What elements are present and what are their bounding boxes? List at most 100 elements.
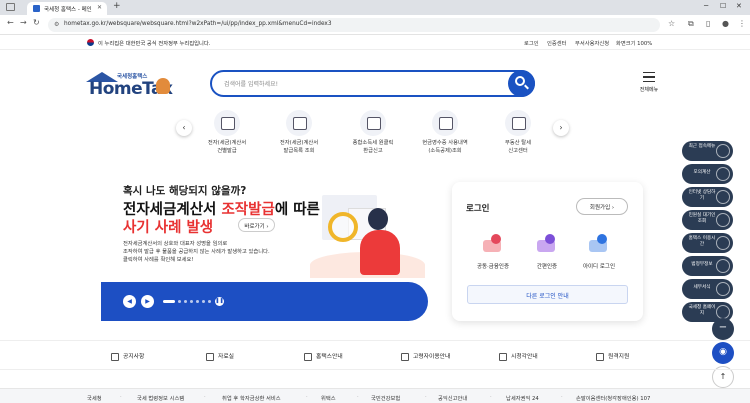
sidebar-mock-calc[interactable]: 모의계산 — [682, 164, 733, 184]
footer-link[interactable]: 국세청 — [87, 394, 102, 402]
bookmark-star-icon[interactable]: ☆ — [668, 19, 675, 28]
util-link-dept-user[interactable]: 부서사용자신청 — [575, 39, 609, 47]
footer-link[interactable]: 취업 후 학자금상환 서비스 — [222, 394, 281, 402]
footer-link[interactable]: 국민건강보험 — [371, 394, 400, 402]
login-option-certificate[interactable]: 공동·금융인증 — [465, 232, 521, 270]
maximize-icon[interactable]: ☐ — [720, 2, 726, 10]
footer-link[interactable]: 손말이음센터(청각장애인용) 107 — [576, 394, 650, 402]
other-login-button[interactable]: 다른 로그인 안내 — [467, 285, 628, 304]
quick-menu-item[interactable]: 전자(세금)계산서 건별발급 — [190, 110, 264, 155]
invoice-icon — [214, 110, 240, 136]
simple-auth-icon — [535, 232, 559, 256]
bottom-link-remote[interactable]: 원격지원 — [596, 351, 629, 361]
util-link-zoom[interactable]: 화면크기 100% — [616, 39, 652, 47]
sidebar-tax-forms[interactable]: 세무서식 — [682, 279, 733, 299]
time-icon — [716, 236, 730, 250]
footer-link[interactable]: 납세자권익 24 — [506, 394, 539, 402]
full-menu-label: 전체메뉴 — [639, 87, 659, 93]
bottom-link-senior[interactable]: 고령자이용안내 — [401, 351, 450, 361]
join-button[interactable]: 회원가입 › — [576, 198, 628, 215]
bottom-link-bar: 공지사항 자료실 홈택스안내 고령자이용안내 시청각안내 원격지원 — [0, 340, 750, 370]
util-link-cert-center[interactable]: 인증센터 — [547, 39, 567, 47]
browser-tab-bar: 국세청 홈택스 - 메인 ✕ + ─ ☐ ✕ — [0, 0, 750, 15]
back-icon[interactable]: ← — [7, 18, 14, 27]
quick-menu-next-button[interactable]: › — [553, 120, 569, 136]
hero-page-dot[interactable] — [178, 300, 181, 303]
hero-next-button[interactable]: ▶ — [141, 295, 154, 308]
certificate-icon — [481, 232, 505, 256]
minimize-icon[interactable]: ─ — [704, 2, 708, 10]
address-bar: ← → ↻ ⚙ hometax.go.kr/websquare/websquar… — [0, 15, 750, 35]
hero-page-dot[interactable] — [196, 300, 199, 303]
refund-icon — [360, 110, 386, 136]
info-icon — [716, 259, 730, 273]
full-menu-button[interactable]: 전체메뉴 — [639, 72, 659, 93]
sign-language-icon — [499, 352, 507, 361]
hero-page-dot[interactable] — [163, 300, 175, 303]
hero-prev-button[interactable]: ◀ — [123, 295, 136, 308]
tab-search-icon[interactable] — [6, 3, 15, 11]
collapse-sidebar-button[interactable]: − — [712, 318, 734, 340]
sidebar-usage-hours[interactable]: 홈택스 이용시간 — [682, 233, 733, 253]
magnifier-icon — [328, 212, 358, 242]
footer-link[interactable]: 공익신고안내 — [438, 394, 467, 402]
mascot-icon — [156, 78, 170, 94]
bottom-link-av[interactable]: 시청각안내 — [499, 351, 538, 361]
sidebar-recent-menu[interactable]: 최근 접속메뉴 — [682, 141, 733, 161]
chat-icon — [716, 190, 730, 204]
favicon-icon — [33, 5, 40, 12]
form-icon — [716, 282, 730, 296]
footer-link[interactable]: 위택스 — [321, 394, 336, 402]
search-input[interactable]: 검색어를 입력하세요! — [224, 79, 278, 88]
hero-page-dot[interactable] — [184, 300, 187, 303]
hero-illustration[interactable] — [300, 190, 435, 285]
extensions-icon[interactable]: ⧉ — [688, 19, 694, 29]
invoice-list-icon — [286, 110, 312, 136]
login-title: 로그인 — [466, 204, 490, 214]
sidepanel-icon[interactable]: ▯ — [706, 19, 710, 28]
url-field[interactable]: ⚙ hometax.go.kr/websquare/websquare.html… — [48, 18, 660, 32]
util-link-login[interactable]: 로그인 — [524, 39, 539, 47]
taegeuk-flag-icon — [87, 39, 94, 46]
guide-icon — [304, 352, 312, 361]
bottom-link-guide[interactable]: 홈택스안내 — [304, 351, 343, 361]
hero-headline-3: 사기 사례 발생 — [123, 220, 214, 236]
hero-headline-1: 혹시 나도 해당되지 않을까? — [123, 185, 247, 197]
gov-banner: 이 누리집은 대한민국 공식 전자정부 누리집입니다. 로그인 인증센터 부서사… — [0, 35, 750, 50]
sidebar-gov-info[interactable]: 범정부정보 — [682, 256, 733, 276]
realestate-icon — [505, 110, 531, 136]
hero-page-dot[interactable] — [202, 300, 205, 303]
search-button[interactable] — [508, 70, 535, 97]
login-option-id[interactable]: 아이디 로그인 — [571, 232, 627, 270]
hero-more-button[interactable]: 바로가기 › — [238, 218, 275, 232]
hometax-logo[interactable]: 국세청홈택스 HomeTax — [86, 72, 176, 102]
footer-link-bar: 국세청 · 국세 법령정보 시스템 · 취업 후 학자금상환 서비스 · 위택스… — [0, 388, 750, 403]
forward-icon[interactable]: → — [20, 18, 27, 27]
profile-icon[interactable]: ● — [722, 19, 729, 28]
login-option-simple[interactable]: 간편인증 — [519, 232, 575, 270]
quick-menu-item[interactable]: 전자(세금)계산서 발급목록 조회 — [262, 110, 336, 155]
sidebar-online-consult[interactable]: 인터넷 상담하기 — [682, 187, 733, 207]
sidebar-waiting-list[interactable]: 민원실 대기인 조회 — [682, 210, 733, 230]
bottom-link-notice[interactable]: 공지사항 — [111, 351, 144, 361]
arrow-up-icon: ↑ — [719, 372, 727, 381]
hero-page-dot[interactable] — [208, 300, 211, 303]
quick-menu-item[interactable]: 종합소득세 원클릭 환급신고 — [336, 110, 410, 155]
quick-menu-item[interactable]: 현금영수증 사용내역 (소득공제)조회 — [408, 110, 482, 155]
bottom-link-library[interactable]: 자료실 — [206, 351, 234, 361]
id-login-icon — [587, 232, 611, 256]
new-tab-icon[interactable]: + — [113, 1, 121, 11]
browser-tab[interactable]: 국세청 홈택스 - 메인 ✕ — [27, 2, 107, 15]
hero-pause-button[interactable]: ❚❚ — [215, 297, 224, 306]
reload-icon[interactable]: ↻ — [33, 18, 40, 27]
url-text: hometax.go.kr/websquare/websquare.html?w… — [64, 21, 332, 27]
archive-icon — [206, 352, 214, 361]
close-tab-icon[interactable]: ✕ — [97, 4, 102, 11]
footer-link[interactable]: 국세 법령정보 시스템 — [137, 394, 184, 402]
site-info-icon[interactable]: ⚙ — [54, 21, 59, 28]
quick-menu-item[interactable]: 부동산 탈세 신고센터 — [481, 110, 555, 155]
close-window-icon[interactable]: ✕ — [736, 2, 742, 10]
hero-page-dot[interactable] — [190, 300, 193, 303]
receipt-icon — [432, 110, 458, 136]
browser-menu-icon[interactable]: ⋮ — [738, 19, 746, 28]
